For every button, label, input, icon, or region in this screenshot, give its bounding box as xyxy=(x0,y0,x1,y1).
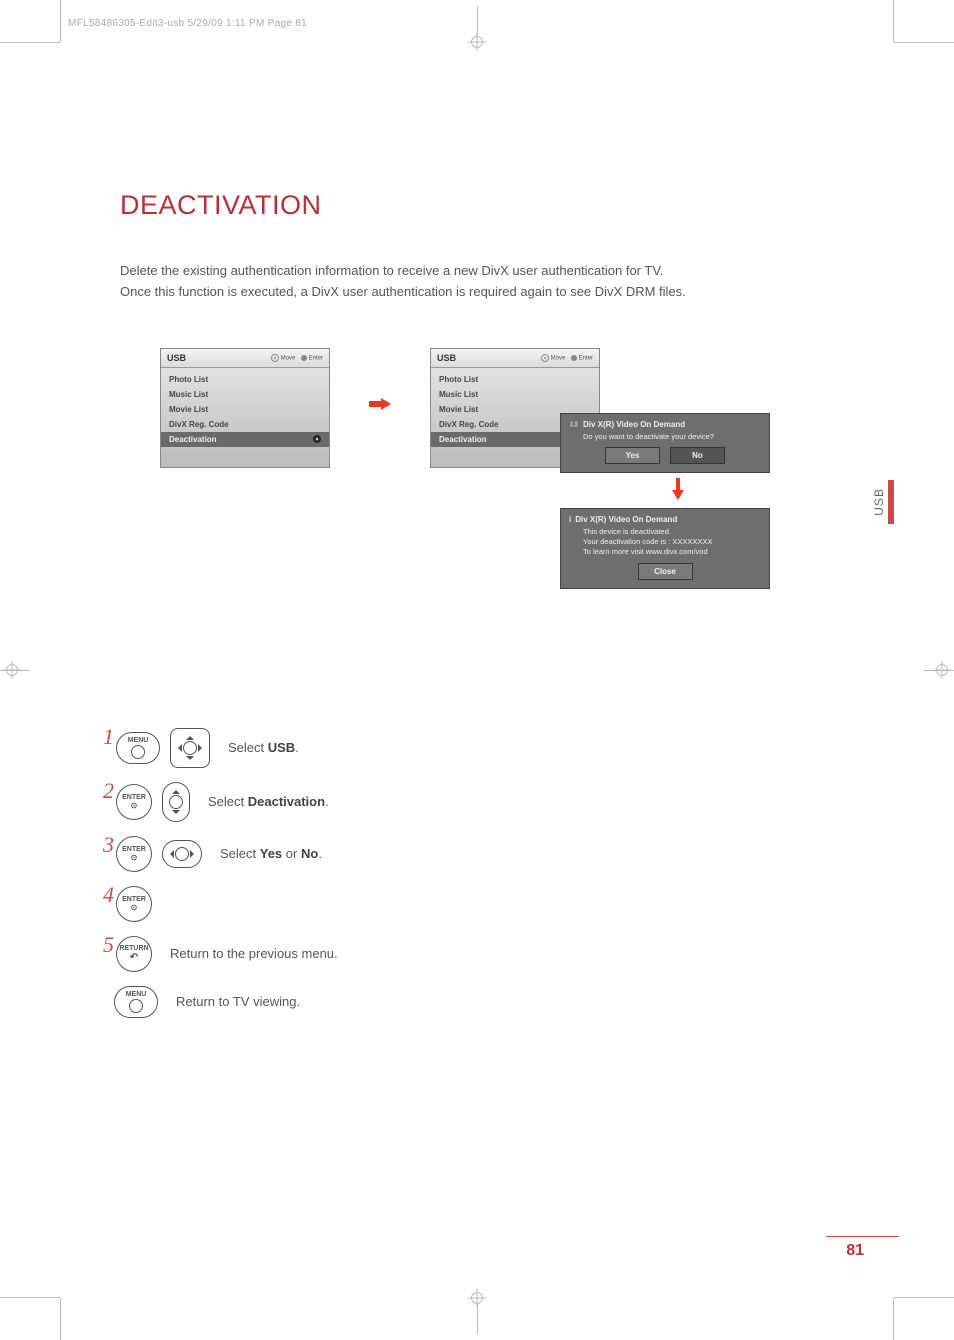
step-text: Return to the previous menu. xyxy=(170,946,338,961)
no-button: No xyxy=(670,447,725,464)
osd-item-movie: Movie List xyxy=(161,402,329,417)
yes-button: Yes xyxy=(605,447,660,464)
crop-mark xyxy=(894,1297,954,1298)
dialog-title: Div X(R) Video On Demand xyxy=(575,515,677,524)
osd-item-deactivation: Deactivation xyxy=(161,432,329,447)
enter-button-icon: ENTER ⊙ xyxy=(116,836,152,872)
close-button: Close xyxy=(638,563,693,580)
crop-mark xyxy=(477,1304,478,1334)
side-tab-label: USB xyxy=(872,488,886,516)
step-text: Select USB. xyxy=(228,740,299,755)
osd-title: USB xyxy=(437,353,456,363)
crop-mark xyxy=(60,1298,61,1340)
enter-button-icon: ENTER ⊙ xyxy=(116,886,152,922)
dpad-horizontal-icon xyxy=(162,840,202,868)
intro-line: Delete the existing authentication infor… xyxy=(120,261,874,282)
step-number: 5 xyxy=(100,932,114,958)
move-icon xyxy=(541,354,549,362)
crop-mark xyxy=(894,42,954,43)
step-number: 3 xyxy=(100,832,114,858)
page-title: DEACTIVATION xyxy=(120,190,874,221)
confirm-dialog: i Div X(R) Video On Demand Do you want t… xyxy=(560,413,770,473)
dialog-title: Div X(R) Video On Demand xyxy=(583,420,685,429)
dialog-body: Do you want to deactivate your device? xyxy=(583,432,761,441)
dialog-body: This device is deactivated. Your deactiv… xyxy=(583,527,761,557)
intro-line: Once this function is executed, a DivX u… xyxy=(120,282,874,303)
crop-mark xyxy=(477,6,478,36)
dpad-vertical-icon xyxy=(162,782,190,822)
step-5: 5 RETURN ↶ Return to the previous menu. xyxy=(100,936,874,972)
move-icon xyxy=(271,354,279,362)
menu-button-icon: MENU xyxy=(116,732,160,764)
crop-mark xyxy=(471,36,483,48)
crop-mark xyxy=(893,0,894,42)
step-3: 3 ENTER ⊙ Select Yes or No. xyxy=(100,836,874,872)
osd-title: USB xyxy=(167,353,186,363)
crop-mark xyxy=(471,1292,483,1304)
crop-mark xyxy=(0,1297,60,1298)
arrow-right-icon xyxy=(369,398,391,410)
header-slug: MFL58486305-Edit3-usb 5/29/09 1:11 PM Pa… xyxy=(68,18,307,29)
crop-mark xyxy=(924,670,954,671)
osd-item-photo: Photo List xyxy=(161,372,329,387)
osd-item-divx: DivX Reg. Code xyxy=(161,417,329,432)
crop-mark xyxy=(0,670,30,671)
step-4: 4 ENTER ⊙ xyxy=(100,886,874,922)
side-tab: USB xyxy=(872,480,894,524)
info-icon: i xyxy=(569,420,579,428)
step-text: Select Deactivation. xyxy=(208,794,329,809)
osd-item-photo: Photo List xyxy=(431,372,599,387)
osd-item-music: Music List xyxy=(431,387,599,402)
step-2: 2 ENTER ⊙ Select Deactivation. xyxy=(100,782,874,822)
osd-panel-1: USB Move Enter Photo List Music List Mov… xyxy=(160,348,330,468)
step-number: 4 xyxy=(100,882,114,908)
arrow-down-icon xyxy=(672,478,684,500)
intro-text: Delete the existing authentication infor… xyxy=(120,261,874,303)
step-number: 1 xyxy=(100,724,114,750)
osd-hint: Move Enter xyxy=(541,354,593,362)
step-1: 1 MENU Select USB. xyxy=(100,728,874,768)
info-icon: i xyxy=(569,515,571,524)
osd-item-music: Music List xyxy=(161,387,329,402)
crop-mark xyxy=(893,1298,894,1340)
enter-icon xyxy=(571,355,577,361)
step-text: Select Yes or No. xyxy=(220,846,322,861)
dpad-icon xyxy=(170,728,210,768)
return-button-icon: RETURN ↶ xyxy=(116,936,152,972)
menu-button-icon: MENU xyxy=(114,986,158,1018)
enter-icon xyxy=(313,435,321,443)
enter-button-icon: ENTER ⊙ xyxy=(116,784,152,820)
page-number: 81 xyxy=(846,1242,864,1260)
result-dialog: i Div X(R) Video On Demand This device i… xyxy=(560,508,770,589)
step-number: 2 xyxy=(100,778,114,804)
step-text: Return to TV viewing. xyxy=(176,994,300,1009)
step-6: MENU Return to TV viewing. xyxy=(114,986,874,1018)
enter-icon xyxy=(301,355,307,361)
crop-mark xyxy=(60,0,61,42)
crop-mark xyxy=(0,42,60,43)
osd-hint: Move Enter xyxy=(271,354,323,362)
